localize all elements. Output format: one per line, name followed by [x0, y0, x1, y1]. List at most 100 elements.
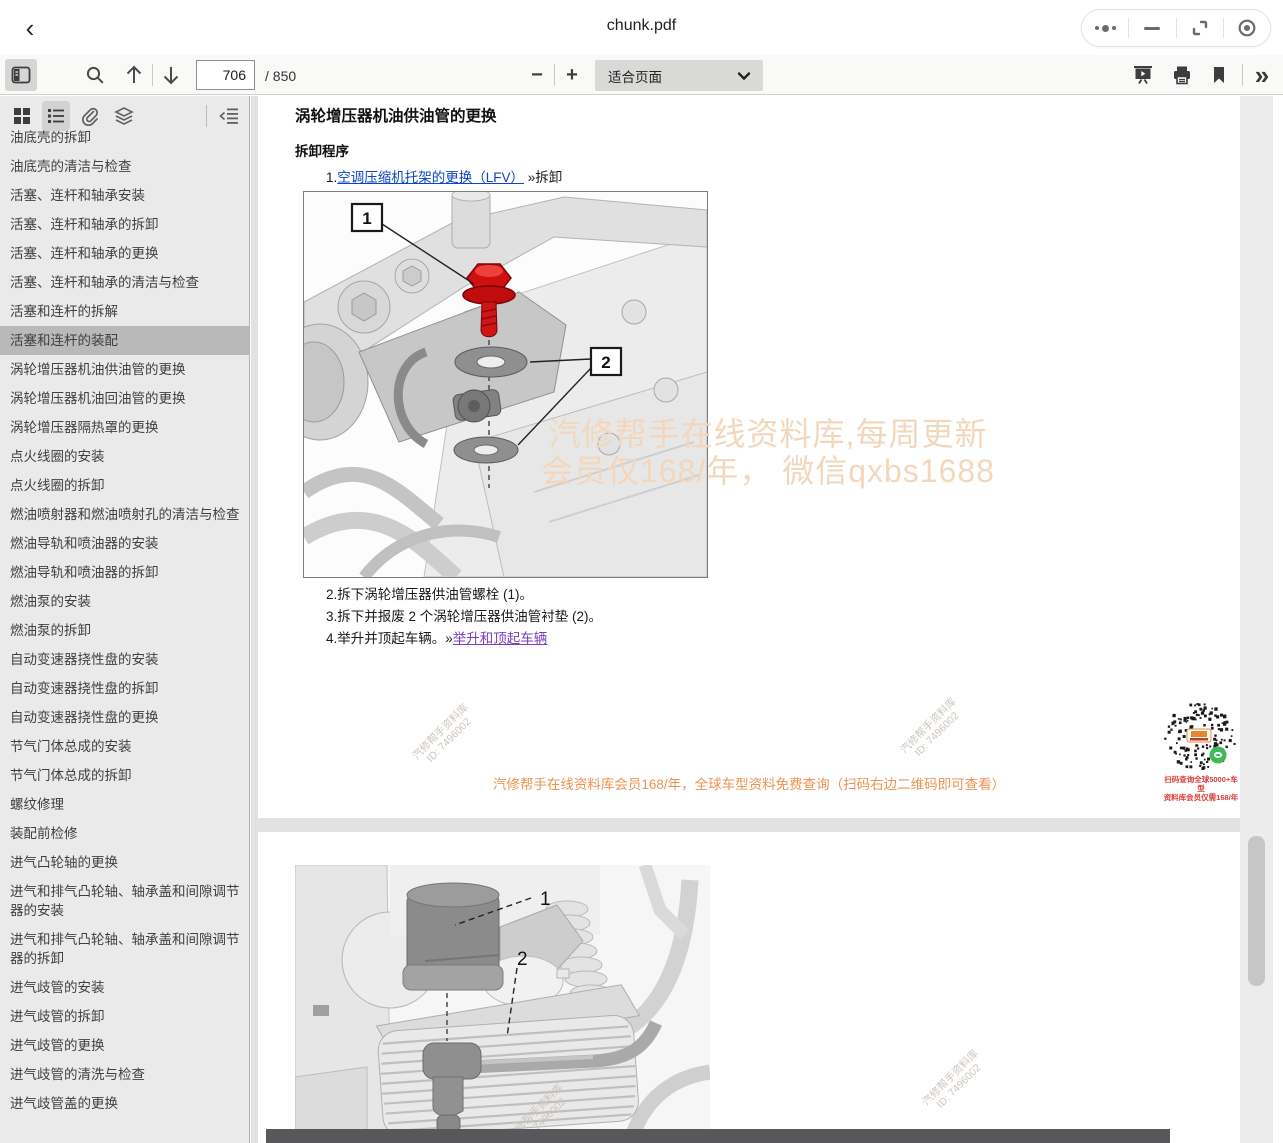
thumbnails-icon: [13, 107, 31, 125]
page-total-label: / 850: [265, 68, 296, 84]
sidebar-item[interactable]: 进气歧管的更换: [0, 1031, 249, 1060]
step-3: 3.拆下并报废 2 个涡轮增压器供油管衬垫 (2)。: [326, 605, 602, 625]
sidebar-item[interactable]: 进气和排气凸轮轴、轴承盖和间隙调节器的拆卸: [0, 925, 249, 973]
more-options-button[interactable]: [1082, 10, 1128, 46]
pdf-toolbar: / 850 − + 适合页面 »: [0, 55, 1283, 95]
outline-icon: [47, 107, 65, 125]
sidebar-item[interactable]: 自动变速器挠性盘的安装: [0, 645, 249, 674]
sidebar-item[interactable]: 活塞、连杆和轴承的更换: [0, 239, 249, 268]
search-icon: [85, 65, 105, 85]
window-capsule: [1081, 9, 1271, 47]
figure2-callout-1: 1: [540, 889, 551, 910]
attachments-button[interactable]: [76, 101, 104, 131]
pdf-page-706: 涡轮增压器机油供油管的更换 拆卸程序 1.空调压缩机托架的更换（LFV） »拆卸: [258, 96, 1240, 818]
figure2-oil-cooler-illustration: 1 2: [295, 865, 710, 1143]
sidebar-toc: 油底壳的拆卸油底壳的清洁与检查活塞、连杆和轴承安装活塞、连杆和轴承的拆卸活塞、连…: [0, 123, 249, 1118]
minimize-icon: [1144, 27, 1160, 30]
figure1-callout-1: 1: [362, 209, 371, 228]
figure1-callout-2: 2: [601, 353, 610, 372]
diagonal-watermark: 汽修帮手资料库ID: 7496002: [410, 702, 479, 771]
fullscreen-button[interactable]: [1177, 10, 1223, 46]
diagonal-watermark: 汽修帮手资料库ID: 7496002: [920, 1048, 989, 1117]
more-tools-button[interactable]: »: [1246, 59, 1278, 91]
layers-button[interactable]: [110, 101, 138, 131]
window-titlebar: ‹ chunk.pdf: [0, 0, 1283, 55]
printer-icon: [1171, 64, 1193, 86]
dark-divider-bar: [266, 1129, 1170, 1143]
procedure-link[interactable]: 空调压缩机托架的更换（LFV）: [337, 170, 524, 185]
sidebar-item[interactable]: 点火线圈的安装: [0, 442, 249, 471]
figure1-engine-illustration: 1 2: [303, 191, 708, 578]
sidebar-item[interactable]: 燃油导轨和喷油器的拆卸: [0, 558, 249, 587]
page-title: 涡轮增压器机油供油管的更换: [295, 104, 497, 126]
pdf-viewer: 涡轮增压器机油供油管的更换 拆卸程序 1.空调压缩机托架的更换（LFV） »拆卸: [251, 96, 1283, 1143]
sidebar-item[interactable]: 进气歧管盖的更换: [0, 1089, 249, 1118]
search-button[interactable]: [79, 59, 111, 91]
sidebar-item[interactable]: 节气门体总成的拆卸: [0, 761, 249, 790]
sidebar-item[interactable]: 进气歧管的安装: [0, 973, 249, 1002]
visited-procedure-link[interactable]: 举升和顶起车辆: [453, 631, 548, 646]
page-number-input[interactable]: [196, 60, 255, 90]
sidebar-item[interactable]: 活塞、连杆和轴承的拆卸: [0, 210, 249, 239]
sidebar-item[interactable]: 螺纹修理: [0, 790, 249, 819]
sidebar-item[interactable]: 自动变速器挠性盘的拆卸: [0, 674, 249, 703]
presentation-icon: [1132, 64, 1154, 86]
toggle-sidebar-button[interactable]: [5, 59, 37, 91]
chevron-down-icon: [737, 71, 751, 81]
sidebar-item[interactable]: 涡轮增压器隔热罩的更换: [0, 413, 249, 442]
step-4: 4.举升并顶起车辆。»举升和顶起车辆: [326, 627, 547, 647]
pdf-page-707: 1 2 汽修帮手资料库ID: 7496002 汽修帮手资料库ID: 749600…: [258, 832, 1240, 1143]
sidebar-item[interactable]: 节气门体总成的安装: [0, 732, 249, 761]
bookmark-button[interactable]: [1203, 59, 1235, 91]
sidebar-item[interactable]: 自动变速器挠性盘的更换: [0, 703, 249, 732]
step-2: 2.拆下涡轮增压器供油管螺栓 (1)。: [326, 583, 533, 603]
minimize-button[interactable]: [1129, 10, 1175, 46]
indent-collapse-icon: [219, 107, 239, 125]
previous-page-button[interactable]: [118, 59, 150, 91]
layers-icon: [114, 106, 134, 126]
promo-footer-text: 汽修帮手在线资料库会员168/年，全球车型资料免费查询（扫码右边二维码即可查看）: [258, 773, 1240, 793]
sidebar-item[interactable]: 活塞、连杆和轴承的清洁与检查: [0, 268, 249, 297]
sidebar-item[interactable]: 涡轮增压器机油供油管的更换: [0, 355, 249, 384]
more-dots-icon: [1095, 25, 1116, 32]
outline-view-button[interactable]: [42, 101, 70, 131]
collapse-outline-button[interactable]: [215, 101, 243, 131]
thumbnails-view-button[interactable]: [8, 101, 36, 131]
sidebar-item[interactable]: 活塞和连杆的拆解: [0, 297, 249, 326]
sidebar-item[interactable]: 装配前检修: [0, 819, 249, 848]
zoom-mode-value: 适合页面: [595, 66, 737, 86]
exit-button[interactable]: [1224, 10, 1270, 46]
sidebar-item[interactable]: 涡轮增压器机油回油管的更换: [0, 384, 249, 413]
sidebar-item[interactable]: 燃油泵的拆卸: [0, 616, 249, 645]
qr-code: 扫码查询全球5000+车型 资料库会员仅需168/年: [1161, 699, 1241, 802]
vertical-scrollbar-thumb[interactable]: [1248, 836, 1265, 986]
sidebar: 油底壳的拆卸油底壳的清洁与检查活塞、连杆和轴承安装活塞、连杆和轴承的拆卸活塞、连…: [0, 96, 250, 1143]
qr-caption: 扫码查询全球5000+车型: [1161, 775, 1241, 793]
paperclip-icon: [80, 106, 100, 126]
sidebar-item[interactable]: 活塞、连杆和轴承安装: [0, 181, 249, 210]
sidebar-item[interactable]: 油底壳的清洁与检查: [0, 152, 249, 181]
sidebar-item[interactable]: 进气凸轮轴的更换: [0, 848, 249, 877]
next-page-button[interactable]: [155, 59, 187, 91]
zoom-out-button[interactable]: −: [521, 59, 553, 91]
target-icon: [1237, 18, 1257, 38]
sidebar-item[interactable]: 点火线圈的拆卸: [0, 471, 249, 500]
arrow-up-icon: [124, 64, 144, 86]
fullscreen-icon: [1191, 19, 1209, 37]
zoom-in-button[interactable]: +: [556, 59, 588, 91]
zoom-mode-dropdown[interactable]: 适合页面: [595, 60, 763, 91]
sidebar-item[interactable]: 进气和排气凸轮轴、轴承盖和间隙调节器的安装: [0, 877, 249, 925]
print-button[interactable]: [1166, 59, 1198, 91]
presentation-mode-button[interactable]: [1127, 59, 1159, 91]
sidebar-item[interactable]: 燃油喷射器和燃油喷射孔的清洁与检查: [0, 500, 249, 529]
section-heading: 拆卸程序: [295, 140, 349, 160]
arrow-down-icon: [161, 64, 181, 86]
sidebar-item[interactable]: 燃油泵的安装: [0, 587, 249, 616]
diagonal-watermark: 汽修帮手资料库ID: 7496002: [898, 696, 967, 765]
sidebar-icon: [11, 65, 31, 85]
sidebar-item[interactable]: 燃油导轨和喷油器的安装: [0, 529, 249, 558]
step-1: 1.空调压缩机托架的更换（LFV） »拆卸: [326, 166, 562, 186]
sidebar-item[interactable]: 进气歧管的清洗与检查: [0, 1060, 249, 1089]
sidebar-item[interactable]: 进气歧管的拆卸: [0, 1002, 249, 1031]
sidebar-item[interactable]: 活塞和连杆的装配: [0, 326, 249, 355]
